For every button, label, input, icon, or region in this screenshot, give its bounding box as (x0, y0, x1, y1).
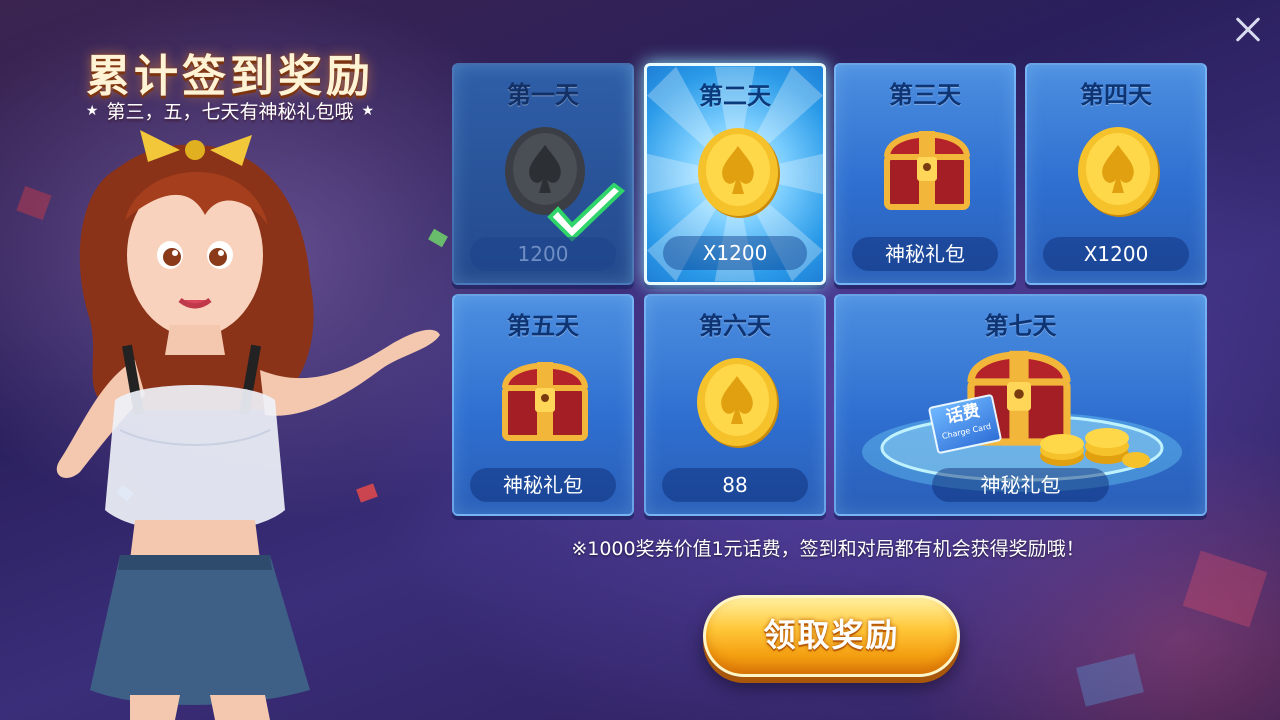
day-card-6[interactable]: 第六天 88 (644, 294, 826, 516)
day-card-1[interactable]: 第一天 1200 (452, 63, 634, 285)
subtitle-row: ★ 第三，五，七天有神秘礼包哦 ★ (0, 97, 460, 124)
coin-stack-icon (1040, 428, 1150, 468)
day-label: 第五天 (507, 312, 579, 340)
info-note: ※1000奖券价值1元话费，签到和对局都有机会获得奖励哦！ (571, 538, 1085, 560)
day-card-7[interactable]: 第七天 话费 Charge Card 神秘礼包 (834, 294, 1207, 516)
star-icon: ★ (361, 102, 375, 119)
coin-icon (697, 358, 779, 448)
day-card-4[interactable]: 第四天 X1200 (1025, 63, 1207, 285)
day-card-2[interactable]: 第二天 X1200 (644, 63, 826, 285)
reward-amount: 神秘礼包 (852, 237, 998, 271)
reward-amount: 88 (662, 468, 808, 502)
reward-amount: 神秘礼包 (932, 468, 1109, 502)
subtitle: 第三，五，七天有神秘礼包哦 (106, 101, 354, 123)
reward-amount: 神秘礼包 (470, 468, 616, 502)
claim-reward-label: 领取奖励 (763, 616, 900, 654)
day-label: 第二天 (699, 82, 771, 110)
day-card-3[interactable]: 第三天 神秘礼包 (834, 63, 1016, 285)
reward-amount: X1200 (1043, 237, 1189, 271)
reward-amount: X1200 (663, 236, 807, 270)
page-title: 累计签到奖励 (86, 51, 374, 102)
treasure-chest-icon (502, 362, 588, 441)
day-label: 第四天 (1080, 81, 1152, 109)
star-icon: ★ (85, 102, 99, 119)
coin-icon (1078, 127, 1160, 217)
day-card-5[interactable]: 第五天 神秘礼包 (452, 294, 634, 516)
confetti (1076, 653, 1144, 707)
close-button[interactable] (1228, 10, 1268, 50)
day-label: 第三天 (889, 81, 961, 109)
coin-icon (698, 128, 780, 218)
confetti (1182, 550, 1268, 628)
mascot-character-illustration (56, 130, 440, 720)
day-label: 第六天 (699, 312, 771, 340)
claim-reward-button[interactable]: 领取奖励 (703, 595, 960, 677)
reward-amount: 1200 (470, 237, 616, 271)
day-label: 第一天 (507, 81, 579, 109)
treasure-chest-icon (884, 131, 970, 210)
